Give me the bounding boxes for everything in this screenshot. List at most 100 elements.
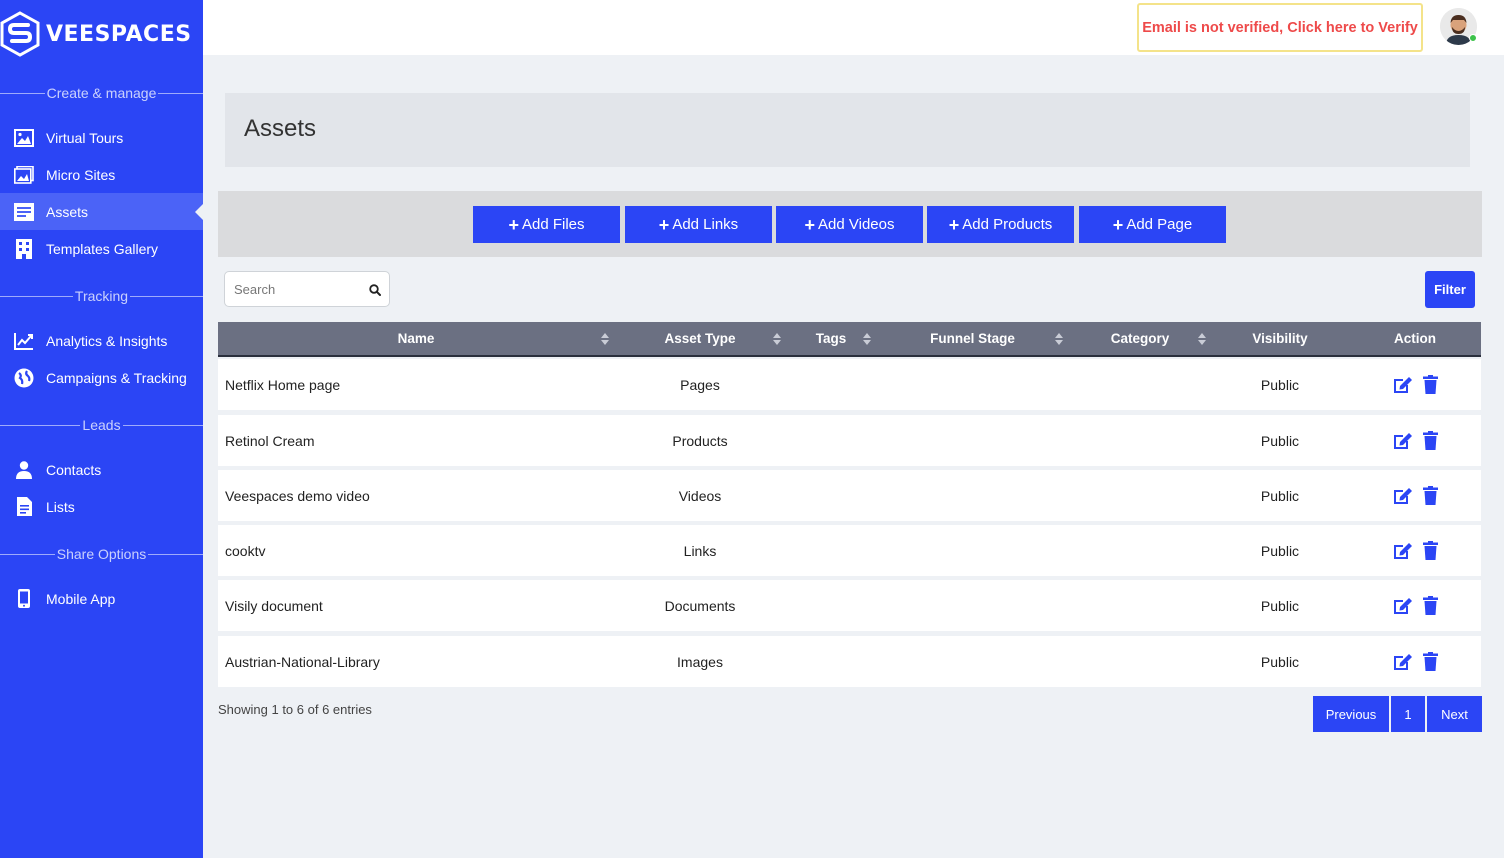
sort-icon[interactable] bbox=[601, 333, 609, 345]
delete-icon[interactable] bbox=[1423, 541, 1438, 560]
sidebar: VEESPACES Create & manage Virtual Tours … bbox=[0, 0, 203, 858]
delete-icon[interactable] bbox=[1423, 486, 1438, 505]
edit-icon[interactable] bbox=[1392, 486, 1413, 505]
search-input[interactable] bbox=[225, 272, 365, 306]
edit-icon[interactable] bbox=[1392, 375, 1413, 394]
edit-icon[interactable] bbox=[1392, 596, 1413, 615]
sidebar-item-label: Mobile App bbox=[46, 590, 116, 607]
delete-icon[interactable] bbox=[1423, 375, 1438, 394]
sidebar-item-label: Assets bbox=[46, 203, 89, 220]
section-create-manage: Create & manage bbox=[0, 85, 203, 101]
column-header-funnel-stage[interactable]: Funnel Stage bbox=[876, 322, 1069, 355]
sort-icon[interactable] bbox=[1198, 333, 1206, 345]
cell-asset-type: Documents bbox=[664, 597, 736, 614]
column-header-action: Action bbox=[1394, 331, 1436, 346]
title-panel: Assets bbox=[225, 93, 1470, 167]
cell-visibility: Public bbox=[1260, 376, 1300, 393]
sidebar-item-lists[interactable]: Lists bbox=[0, 488, 203, 525]
cell-asset-type: Links bbox=[683, 542, 717, 559]
column-header-visibility: Visibility bbox=[1252, 331, 1308, 346]
document-icon bbox=[14, 497, 34, 517]
cell-name: Austrian-National-Library bbox=[225, 653, 380, 670]
column-header-asset-type[interactable]: Asset Type bbox=[614, 322, 786, 355]
cell-name: Visily document bbox=[225, 597, 323, 614]
cell-visibility: Public bbox=[1260, 542, 1300, 559]
plus-icon: + bbox=[508, 214, 519, 235]
brand[interactable]: VEESPACES bbox=[0, 10, 203, 58]
table-row: Visily document Documents Public bbox=[218, 580, 1481, 631]
sort-icon[interactable] bbox=[773, 333, 781, 345]
cell-asset-type: Pages bbox=[680, 376, 720, 393]
table-row: cooktv Links Public bbox=[218, 525, 1481, 576]
plus-icon: + bbox=[658, 214, 670, 235]
delete-icon[interactable] bbox=[1423, 652, 1438, 671]
table-row: Austrian-National-Library Images Public bbox=[218, 636, 1481, 687]
add-links-button[interactable]: + Add Links bbox=[625, 206, 772, 243]
add-videos-button[interactable]: + Add Videos bbox=[776, 206, 923, 243]
topbar: Email is not verified, Click here to Ver… bbox=[203, 0, 1504, 55]
sidebar-item-label: Analytics & Insights bbox=[46, 332, 168, 349]
images-icon bbox=[14, 165, 34, 185]
section-leads: Leads bbox=[0, 417, 203, 433]
filter-button[interactable]: Filter bbox=[1425, 271, 1475, 308]
image-icon bbox=[14, 128, 34, 148]
table-row: Veespaces demo video Videos Public bbox=[218, 470, 1481, 521]
sidebar-item-label: Templates Gallery bbox=[46, 240, 159, 257]
sidebar-item-label: Micro Sites bbox=[46, 166, 116, 183]
mobile-icon bbox=[14, 589, 34, 609]
plus-icon: + bbox=[804, 214, 816, 235]
search-box bbox=[224, 271, 390, 307]
sidebar-item-micro-sites[interactable]: Micro Sites bbox=[0, 156, 203, 193]
search-icon[interactable] bbox=[369, 284, 381, 296]
edit-icon[interactable] bbox=[1392, 652, 1413, 671]
plus-icon: + bbox=[948, 214, 960, 235]
cell-name: cooktv bbox=[225, 542, 266, 559]
sidebar-item-campaigns-tracking[interactable]: Campaigns & Tracking bbox=[0, 359, 203, 396]
sidebar-item-virtual-tours[interactable]: Virtual Tours bbox=[0, 119, 203, 156]
sort-icon[interactable] bbox=[1055, 333, 1063, 345]
cell-name: Netflix Home page bbox=[225, 376, 341, 393]
plus-icon: + bbox=[1112, 214, 1124, 235]
table-info: Showing 1 to 6 of 6 entries bbox=[218, 702, 372, 717]
previous-page-button[interactable]: Previous bbox=[1313, 696, 1389, 732]
add-asset-toolbar: + Add Files + Add Links + Add Videos + Add P… bbox=[218, 191, 1482, 257]
cell-asset-type: Images bbox=[677, 653, 723, 670]
online-status-dot bbox=[1469, 34, 1477, 42]
globe-icon bbox=[14, 368, 34, 388]
sidebar-item-contacts[interactable]: Contacts bbox=[0, 451, 203, 488]
sidebar-item-analytics-insights[interactable]: Analytics & Insights bbox=[0, 322, 203, 359]
sidebar-item-templates-gallery[interactable]: Templates Gallery bbox=[0, 230, 203, 267]
column-header-category[interactable]: Category bbox=[1069, 322, 1211, 355]
cell-visibility: Public bbox=[1260, 597, 1300, 614]
cell-asset-type: Products bbox=[672, 432, 728, 449]
column-header-name[interactable]: Name bbox=[218, 322, 614, 355]
sort-icon[interactable] bbox=[863, 333, 871, 345]
page-title: Assets bbox=[244, 115, 317, 142]
veespaces-logo-icon bbox=[0, 11, 40, 57]
add-products-button[interactable]: + Add Products bbox=[927, 206, 1074, 243]
page-1-button[interactable]: 1 bbox=[1391, 696, 1425, 732]
brand-name: VEESPACES bbox=[46, 21, 192, 47]
cell-visibility: Public bbox=[1260, 432, 1300, 449]
cell-name: Veespaces demo video bbox=[225, 487, 370, 504]
table-row: Retinol Cream Products Public bbox=[218, 415, 1481, 466]
edit-icon[interactable] bbox=[1392, 431, 1413, 450]
section-tracking: Tracking bbox=[0, 288, 203, 304]
delete-icon[interactable] bbox=[1423, 431, 1438, 450]
cell-asset-type: Videos bbox=[678, 487, 722, 504]
add-page-button[interactable]: + Add Page bbox=[1079, 206, 1226, 243]
verify-email-banner[interactable]: Email is not verified, Click here to Ver… bbox=[1137, 3, 1423, 52]
cell-name: Retinol Cream bbox=[225, 432, 315, 449]
sidebar-item-label: Virtual Tours bbox=[46, 129, 124, 146]
next-page-button[interactable]: Next bbox=[1427, 696, 1482, 732]
cell-visibility: Public bbox=[1260, 487, 1300, 504]
sidebar-item-mobile-app[interactable]: Mobile App bbox=[0, 580, 203, 617]
sidebar-item-assets[interactable]: Assets bbox=[0, 193, 203, 230]
add-files-button[interactable]: + Add Files bbox=[473, 206, 620, 243]
delete-icon[interactable] bbox=[1423, 596, 1438, 615]
table-header: Name Asset Type Tags Funnel Stage Catego… bbox=[218, 322, 1481, 357]
edit-icon[interactable] bbox=[1392, 541, 1413, 560]
table-row: Netflix Home page Pages Public bbox=[218, 359, 1481, 410]
chart-line-icon bbox=[14, 331, 34, 351]
sidebar-item-label: Lists bbox=[46, 498, 75, 515]
